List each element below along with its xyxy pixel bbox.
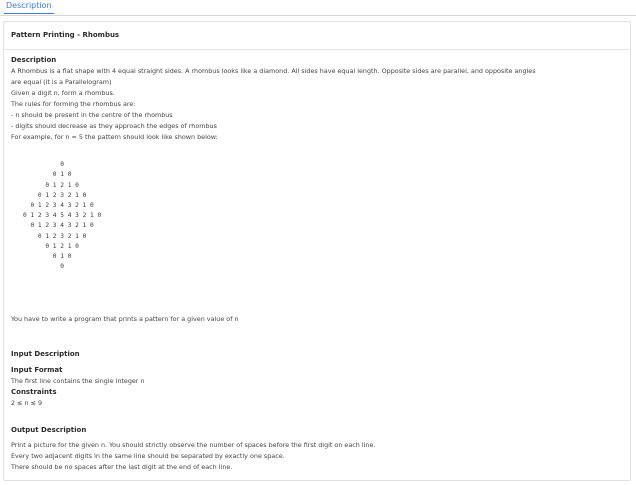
- pattern-line: 0 1 2 3 4 5 4 3 2 1 0: [23, 212, 102, 220]
- pattern-line: 0: [23, 263, 64, 271]
- pattern-line: 0 1 0: [23, 253, 72, 261]
- problem-title: Pattern Printing - Rhombus: [11, 31, 120, 39]
- description-line: Given a digit n, form a rhombus.: [11, 89, 115, 97]
- output-section: Output Description Print a picture for t…: [11, 425, 623, 473]
- pattern-line: 0: [23, 161, 64, 169]
- title-divider: [4, 49, 630, 50]
- input-format-heading: Input Format: [11, 366, 63, 374]
- output-heading: Output Description: [11, 426, 87, 434]
- description-line: A Rhombus is a flat shape with 4 equal s…: [11, 67, 536, 75]
- description-line: - digits should decrease as they approac…: [11, 122, 217, 130]
- problem-page: Description Pattern Printing - Rhombus D…: [0, 0, 636, 485]
- tab-description[interactable]: Description: [4, 1, 54, 14]
- input-format-text: The first line contains the single integ…: [11, 377, 145, 385]
- description-heading: Description: [11, 56, 57, 64]
- input-section: Input Description Input Format The first…: [11, 349, 623, 409]
- pattern-line: 0 1 2 3 2 1 0: [23, 191, 87, 199]
- problem-card: Pattern Printing - Rhombus Description A…: [3, 21, 631, 481]
- pattern-line: 0 1 2 3 2 1 0: [23, 232, 87, 240]
- constraints-heading: Constraints: [11, 388, 57, 396]
- output-line: Every two adjacent digits in the same li…: [11, 452, 285, 460]
- pattern-line: 0 1 0: [23, 171, 72, 179]
- description-line: For example, for n = 5 the pattern shoul…: [11, 133, 218, 141]
- description-line: The rules for forming the rhombus are:: [11, 100, 136, 108]
- output-line: Print a picture for the given n. You sho…: [11, 441, 376, 449]
- constraints-text: 2 ≤ n ≤ 9: [11, 399, 43, 407]
- tab-bar: Description: [0, 0, 636, 16]
- description-line: are equal (it is a Parallelogram): [11, 78, 112, 86]
- rhombus-pattern-example: 0 0 1 0 0 1 2 1 0 0 1 2 3 2 1 0 0 1 2 3 …: [23, 150, 623, 272]
- pattern-line: 0 1 2 3 4 3 2 1 0: [23, 202, 94, 210]
- description-section: Description A Rhombus is a flat shape wi…: [11, 55, 623, 272]
- pattern-line: 0 1 2 1 0: [23, 181, 79, 189]
- output-line: There should be no spaces after the last…: [11, 463, 233, 471]
- pattern-line: 0 1 2 1 0: [23, 242, 79, 250]
- pattern-line: 0 1 2 3 4 3 2 1 0: [23, 222, 94, 230]
- input-heading: Input Description: [11, 350, 80, 358]
- description-line: - n should be present in the centre of t…: [11, 111, 173, 119]
- task-text: You have to write a program that prints …: [11, 315, 239, 323]
